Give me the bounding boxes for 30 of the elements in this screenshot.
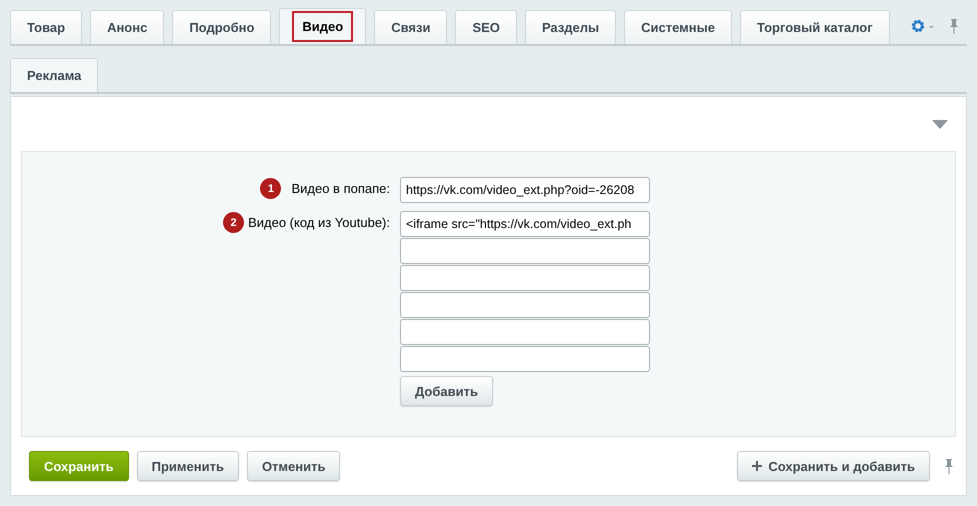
tab[interactable]: Торговый каталог [740, 10, 890, 44]
tab[interactable]: Видео [279, 8, 366, 44]
add-button[interactable]: Добавить [400, 376, 493, 406]
input-field[interactable] [400, 292, 650, 318]
input-field[interactable] [400, 265, 650, 291]
collapse-icon[interactable] [932, 120, 948, 128]
tab[interactable]: Товар [10, 10, 82, 44]
settings-icon[interactable] [911, 19, 935, 33]
number-marker: 1 [260, 178, 282, 199]
tab[interactable]: Разделы [524, 10, 616, 44]
input-field[interactable] [400, 238, 650, 264]
input-field[interactable]: <iframe src="https://vk.com/video_ext.ph [400, 211, 650, 237]
input-field[interactable] [400, 346, 650, 372]
tab[interactable]: Анонс [90, 10, 164, 44]
tab[interactable]: Системные [624, 10, 732, 44]
tab[interactable]: Реклама [10, 58, 98, 92]
tab[interactable]: Связи [374, 10, 448, 44]
field-label: Видео в попапе: [291, 181, 390, 196]
pin-icon[interactable] [944, 458, 954, 474]
number-marker: 2 [223, 212, 244, 233]
pin-icon[interactable] [949, 18, 959, 34]
field-label: Видео (код из Youtube): [248, 215, 390, 230]
action-button[interactable]: Применить [136, 451, 239, 481]
action-button[interactable]: Отменить [246, 451, 340, 481]
input-field[interactable] [400, 319, 650, 345]
tab[interactable]: Подробно [172, 10, 272, 44]
plus-icon [752, 461, 762, 471]
save-and-add-button[interactable]: Сохранить и добавить [737, 451, 930, 481]
input-field[interactable]: https://vk.com/video_ext.php?oid=-26208 [400, 177, 650, 203]
tab[interactable]: SEO [455, 10, 517, 44]
